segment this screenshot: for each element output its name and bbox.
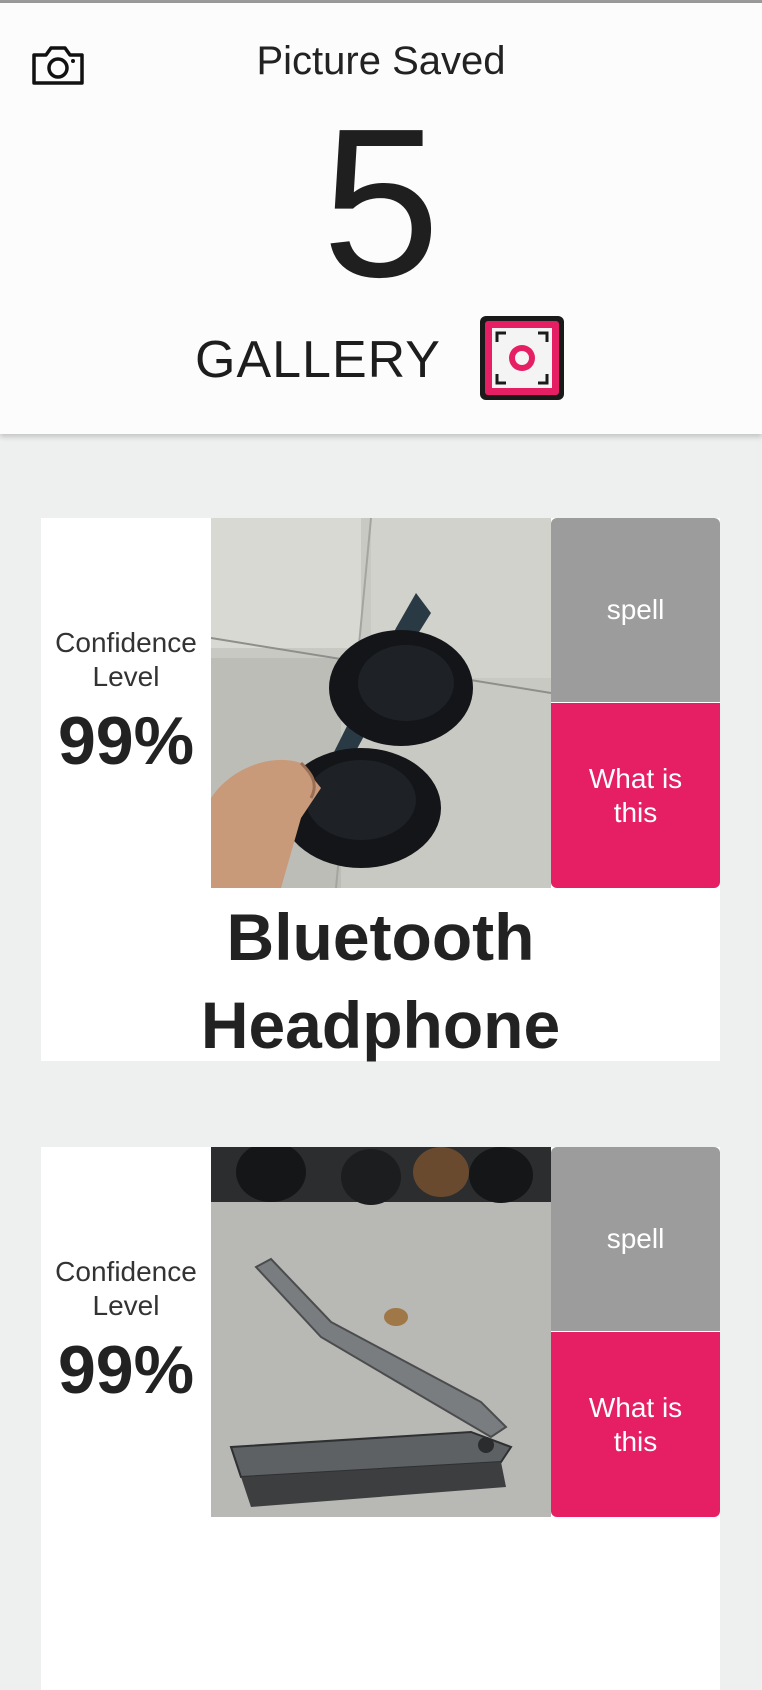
spell-button[interactable]: spell: [551, 518, 720, 702]
confidence-value: 99%: [57, 703, 195, 779]
spell-button[interactable]: spell: [551, 1147, 720, 1331]
app-header: Picture Saved 5 GALLERY: [0, 3, 762, 434]
nail-clipper-photo: [211, 1147, 551, 1517]
headphone-photo: [211, 518, 551, 888]
detected-item-name: Bluetooth Headphone: [200, 900, 561, 1062]
gallery-row[interactable]: GALLERY: [0, 313, 762, 405]
confidence-panel: Confidence Level 99%: [41, 518, 211, 888]
gallery-card: Confidence Level 99% spell What is this …: [41, 518, 720, 1062]
focus-camera-icon[interactable]: [478, 314, 566, 402]
picture-saved-title: Picture Saved: [256, 39, 506, 83]
confidence-value: 99%: [57, 1332, 195, 1408]
gallery-label: GALLERY: [195, 331, 441, 389]
confidence-panel: Confidence Level 99%: [41, 1147, 211, 1517]
confidence-label: Confidence Level: [55, 627, 197, 692]
what-is-this-button[interactable]: What is this: [551, 703, 720, 888]
gallery-card: Confidence Level 99% spell What is this: [41, 1147, 720, 1690]
saved-count: 5: [322, 84, 440, 321]
confidence-label: Confidence Level: [55, 1256, 197, 1321]
what-is-this-button[interactable]: What is this: [551, 1332, 720, 1517]
